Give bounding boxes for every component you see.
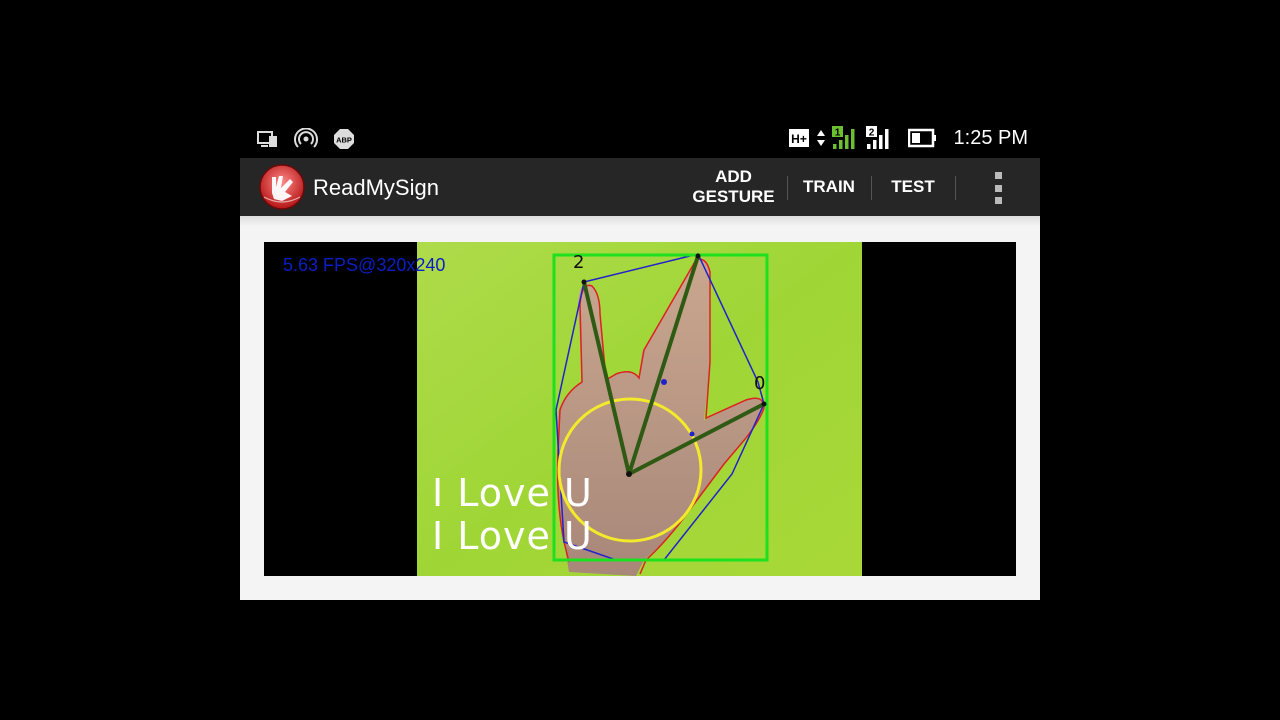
clock: 1:25 PM xyxy=(953,126,1028,149)
app-title: ReadMySign xyxy=(313,175,439,200)
contour-label: 2 xyxy=(573,252,584,273)
palm-center-point xyxy=(626,471,632,477)
fps-label: 5.63 FPS@320x240 xyxy=(283,255,446,275)
action-divider xyxy=(955,176,956,200)
fingertip-point xyxy=(581,279,587,285)
hotspot-icon xyxy=(294,128,318,148)
contour-label: 0 xyxy=(754,373,765,394)
defect-point xyxy=(661,379,667,385)
test-button[interactable]: TEST xyxy=(872,158,954,216)
svg-text:2: 2 xyxy=(868,128,874,139)
svg-text:1: 1 xyxy=(834,128,840,139)
data-activity-icon xyxy=(816,130,825,146)
camera-preview[interactable]: 2 0 5.63 FPS@320x240 I Love U I Love U xyxy=(264,242,1016,576)
train-button[interactable]: TRAIN xyxy=(788,158,870,216)
fingertip-point xyxy=(695,253,701,259)
battery-icon xyxy=(907,128,936,148)
defect-point xyxy=(689,431,695,437)
sign-hand-logo-icon[interactable] xyxy=(258,163,306,211)
add-gesture-label-line2: GESTURE xyxy=(692,187,775,206)
camera-frame: 2 0 xyxy=(417,242,862,576)
signal-sim2-icon: 2 xyxy=(865,126,889,149)
svg-text:ABP: ABP xyxy=(336,136,352,145)
svg-text:H+: H+ xyxy=(791,132,807,146)
overflow-menu-icon[interactable] xyxy=(984,172,1012,204)
network-type-icon: H+ xyxy=(788,129,809,147)
gesture-result: I Love U xyxy=(432,514,593,558)
add-gesture-label-line1: ADD xyxy=(715,167,752,186)
main-content: 2 0 5.63 FPS@320x240 I Love U I Love U xyxy=(240,216,1040,600)
add-gesture-button[interactable]: ADD GESTURE xyxy=(680,158,787,216)
fingertip-point xyxy=(761,401,767,407)
signal-sim1-icon: 1 xyxy=(831,126,855,149)
gesture-result: I Love U xyxy=(432,471,593,515)
adblock-icon: ABP xyxy=(334,129,354,149)
status-bar: ABP H+ 1 2 1:25 PM xyxy=(240,120,1040,158)
screen-mirror-icon xyxy=(257,131,277,147)
action-bar: ReadMySign ADD GESTURE TRAIN TEST xyxy=(240,158,1040,216)
